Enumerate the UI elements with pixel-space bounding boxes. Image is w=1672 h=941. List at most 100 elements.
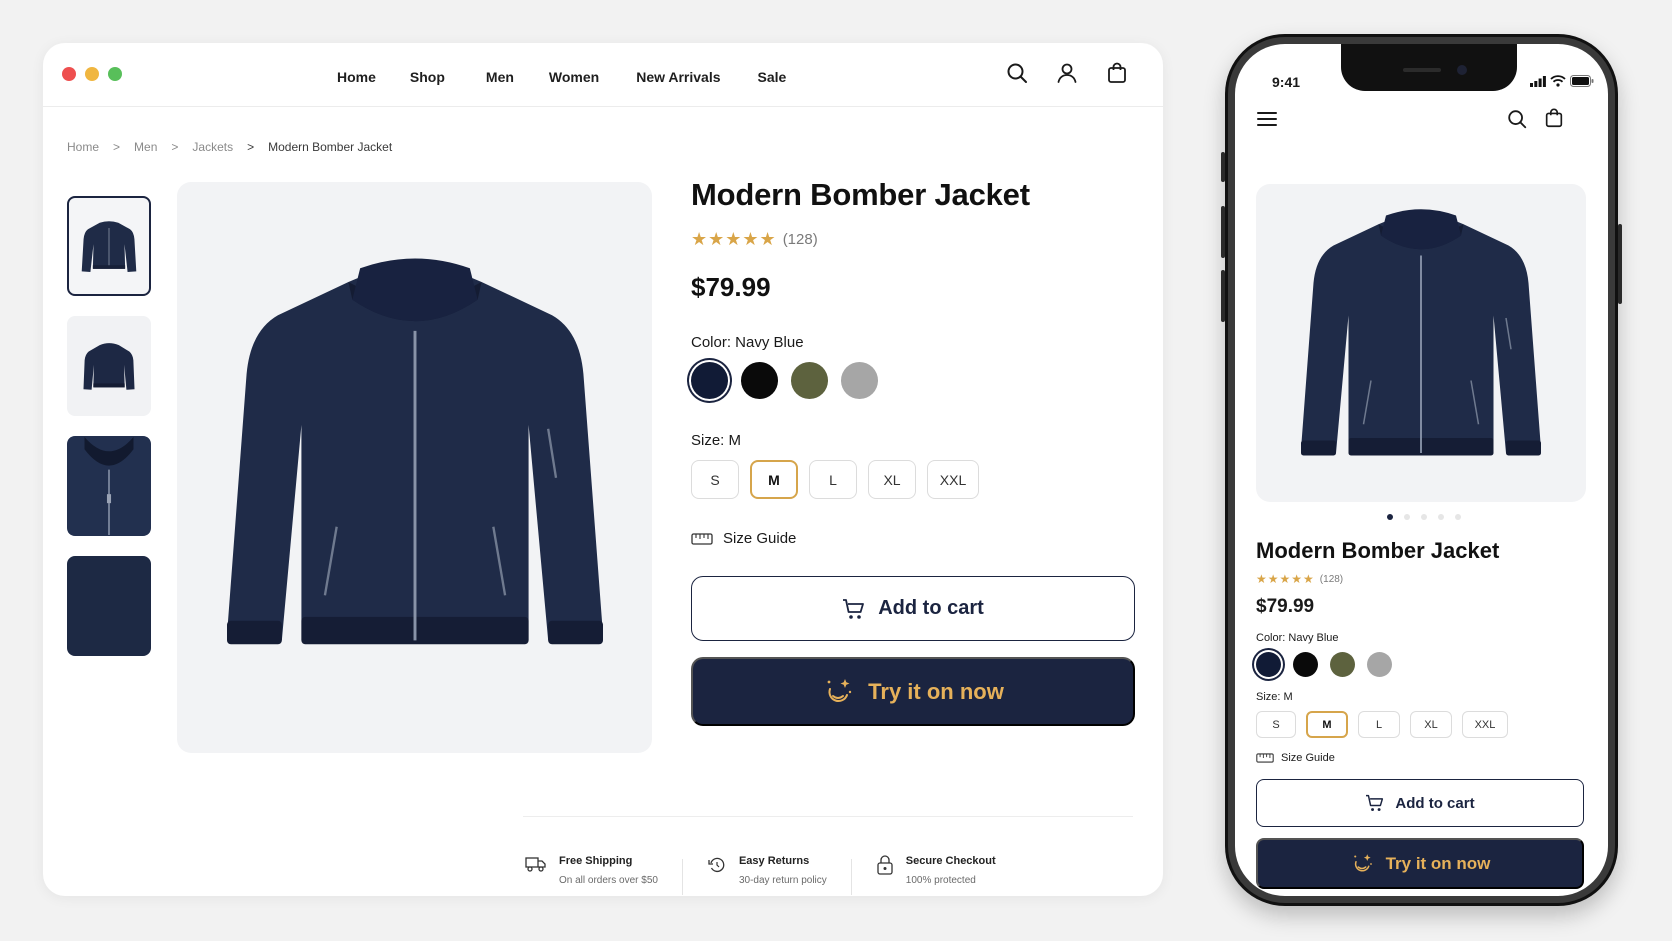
phone-notch xyxy=(1341,44,1517,91)
shopping-bag-icon[interactable] xyxy=(1105,61,1129,85)
swatch-navy-blue[interactable] xyxy=(1256,652,1281,677)
jacket-detail-image xyxy=(68,437,150,535)
swatch-gray[interactable] xyxy=(1367,652,1392,677)
thumbnail-angle[interactable] xyxy=(67,316,151,416)
thumbnail-collar-detail[interactable] xyxy=(67,436,151,536)
sparkle-face-icon xyxy=(1353,853,1372,872)
feature-title: Secure Checkout xyxy=(905,855,996,867)
swatch-black[interactable] xyxy=(1293,652,1318,677)
carousel-dot[interactable] xyxy=(1404,514,1410,520)
nav-home[interactable]: Home xyxy=(337,69,376,85)
size-m-button[interactable]: M xyxy=(1306,711,1348,738)
add-to-cart-button[interactable]: Add to cart xyxy=(691,576,1135,641)
minimize-window-button[interactable] xyxy=(85,67,99,81)
cart-icon xyxy=(1366,794,1384,812)
carousel-dot[interactable] xyxy=(1438,514,1444,520)
size-guide-link[interactable]: Size Guide xyxy=(691,530,1136,547)
carousel-dot[interactable] xyxy=(1387,514,1393,520)
swatch-navy-blue[interactable] xyxy=(691,362,728,399)
front-camera xyxy=(1457,65,1467,75)
bomber-jacket-image xyxy=(226,257,603,644)
add-to-cart-label: Add to cart xyxy=(878,597,984,619)
breadcrumb-separator: > xyxy=(247,140,255,154)
feature-subtitle: On all orders over $50 xyxy=(559,875,658,886)
try-on-button[interactable]: Try it on now xyxy=(691,657,1135,726)
nav-sale[interactable]: Sale xyxy=(758,69,787,85)
add-to-cart-button[interactable]: Add to cart xyxy=(1256,779,1584,827)
ruler-icon xyxy=(691,532,713,545)
top-nav-bar: Home Shop Men Women New Arrivals Sale xyxy=(43,43,1163,107)
swatch-olive[interactable] xyxy=(791,362,828,399)
thumbnail-front[interactable] xyxy=(67,196,151,296)
carousel-dot[interactable] xyxy=(1421,514,1427,520)
ruler-icon xyxy=(1256,753,1274,763)
phone-volume-up xyxy=(1221,206,1225,258)
feature-free-shipping: Free Shipping On all orders over $50 xyxy=(525,855,658,886)
size-m-button[interactable]: M xyxy=(750,460,798,499)
nav-new-arrivals[interactable]: New Arrivals xyxy=(636,69,720,85)
menu-icon[interactable] xyxy=(1256,110,1278,128)
section-divider xyxy=(523,816,1133,817)
status-time: 9:41 xyxy=(1272,74,1301,90)
size-l-button[interactable]: L xyxy=(1358,711,1400,738)
mobile-product-image[interactable] xyxy=(1256,184,1586,502)
feature-subtitle: 100% protected xyxy=(905,875,976,886)
speaker-grille xyxy=(1403,68,1441,72)
thumbnail-fabric[interactable] xyxy=(67,556,151,656)
size-guide-label: Size Guide xyxy=(723,530,797,547)
product-price: $79.99 xyxy=(691,272,771,302)
rating-stars: ★★★★★ xyxy=(691,229,777,249)
close-window-button[interactable] xyxy=(62,67,76,81)
product-title: Modern Bomber Jacket xyxy=(1256,538,1500,563)
swatch-black[interactable] xyxy=(741,362,778,399)
size-s-button[interactable]: S xyxy=(1256,711,1296,738)
breadcrumb-jackets[interactable]: Jackets xyxy=(192,140,233,154)
breadcrumb-men[interactable]: Men xyxy=(134,140,157,154)
swatch-olive[interactable] xyxy=(1330,652,1355,677)
main-nav: Home Shop Men Women New Arrivals Sale xyxy=(337,69,786,85)
nav-men[interactable]: Men xyxy=(486,69,514,85)
nav-shop[interactable]: Shop xyxy=(410,69,445,85)
window-controls xyxy=(62,67,122,81)
shopping-bag-icon[interactable] xyxy=(1543,107,1565,129)
try-on-button[interactable]: Try it on now xyxy=(1256,838,1584,889)
product-info: Modern Bomber Jacket ★★★★★ (128) $79.99 … xyxy=(691,177,1136,726)
size-xxl-button[interactable]: XXL xyxy=(927,460,979,499)
swatch-gray[interactable] xyxy=(841,362,878,399)
review-count[interactable]: (128) xyxy=(1320,574,1343,585)
search-icon[interactable] xyxy=(1506,108,1528,130)
carousel-dot[interactable] xyxy=(1455,514,1461,520)
review-count[interactable]: (128) xyxy=(783,231,818,248)
status-icons xyxy=(1530,75,1594,87)
size-label: Size: M xyxy=(1256,691,1293,703)
color-swatches xyxy=(1256,652,1586,677)
size-s-button[interactable]: S xyxy=(691,460,739,499)
user-icon[interactable] xyxy=(1055,61,1079,85)
nav-women[interactable]: Women xyxy=(549,69,599,85)
wifi-icon xyxy=(1550,75,1566,87)
breadcrumb-home[interactable]: Home xyxy=(67,140,99,154)
size-options: S M L XL XXL xyxy=(691,460,1136,499)
size-options: S M L XL XXL xyxy=(1256,711,1586,738)
breadcrumb-separator: > xyxy=(113,140,121,154)
size-guide-link[interactable]: Size Guide xyxy=(1256,752,1586,764)
size-guide-label: Size Guide xyxy=(1281,752,1335,764)
phone-volume-down xyxy=(1221,270,1225,322)
bomber-jacket-image xyxy=(1301,209,1541,456)
size-l-button[interactable]: L xyxy=(809,460,857,499)
size-xxl-button[interactable]: XXL xyxy=(1462,711,1508,738)
size-label: Size: M xyxy=(691,432,742,449)
try-on-label: Try it on now xyxy=(1385,853,1491,873)
feature-list: Free Shipping On all orders over $50 Eas… xyxy=(525,855,996,895)
size-xl-button[interactable]: XL xyxy=(1410,711,1452,738)
mobile-product-info: Modern Bomber Jacket ★★★★★ (128) $79.99 … xyxy=(1256,538,1586,889)
feature-easy-returns: Easy Returns 30-day return policy xyxy=(707,855,827,886)
size-xl-button[interactable]: XL xyxy=(868,460,916,499)
returns-icon xyxy=(708,857,725,873)
phone-mute-switch xyxy=(1221,152,1225,182)
desktop-window: Home Shop Men Women New Arrivals Sale Ho… xyxy=(43,43,1163,896)
search-icon[interactable] xyxy=(1005,61,1029,85)
maximize-window-button[interactable] xyxy=(108,67,122,81)
breadcrumb: Home > Men > Jackets > Modern Bomber Jac… xyxy=(67,140,392,154)
jacket-thumbnail-image xyxy=(81,221,137,273)
